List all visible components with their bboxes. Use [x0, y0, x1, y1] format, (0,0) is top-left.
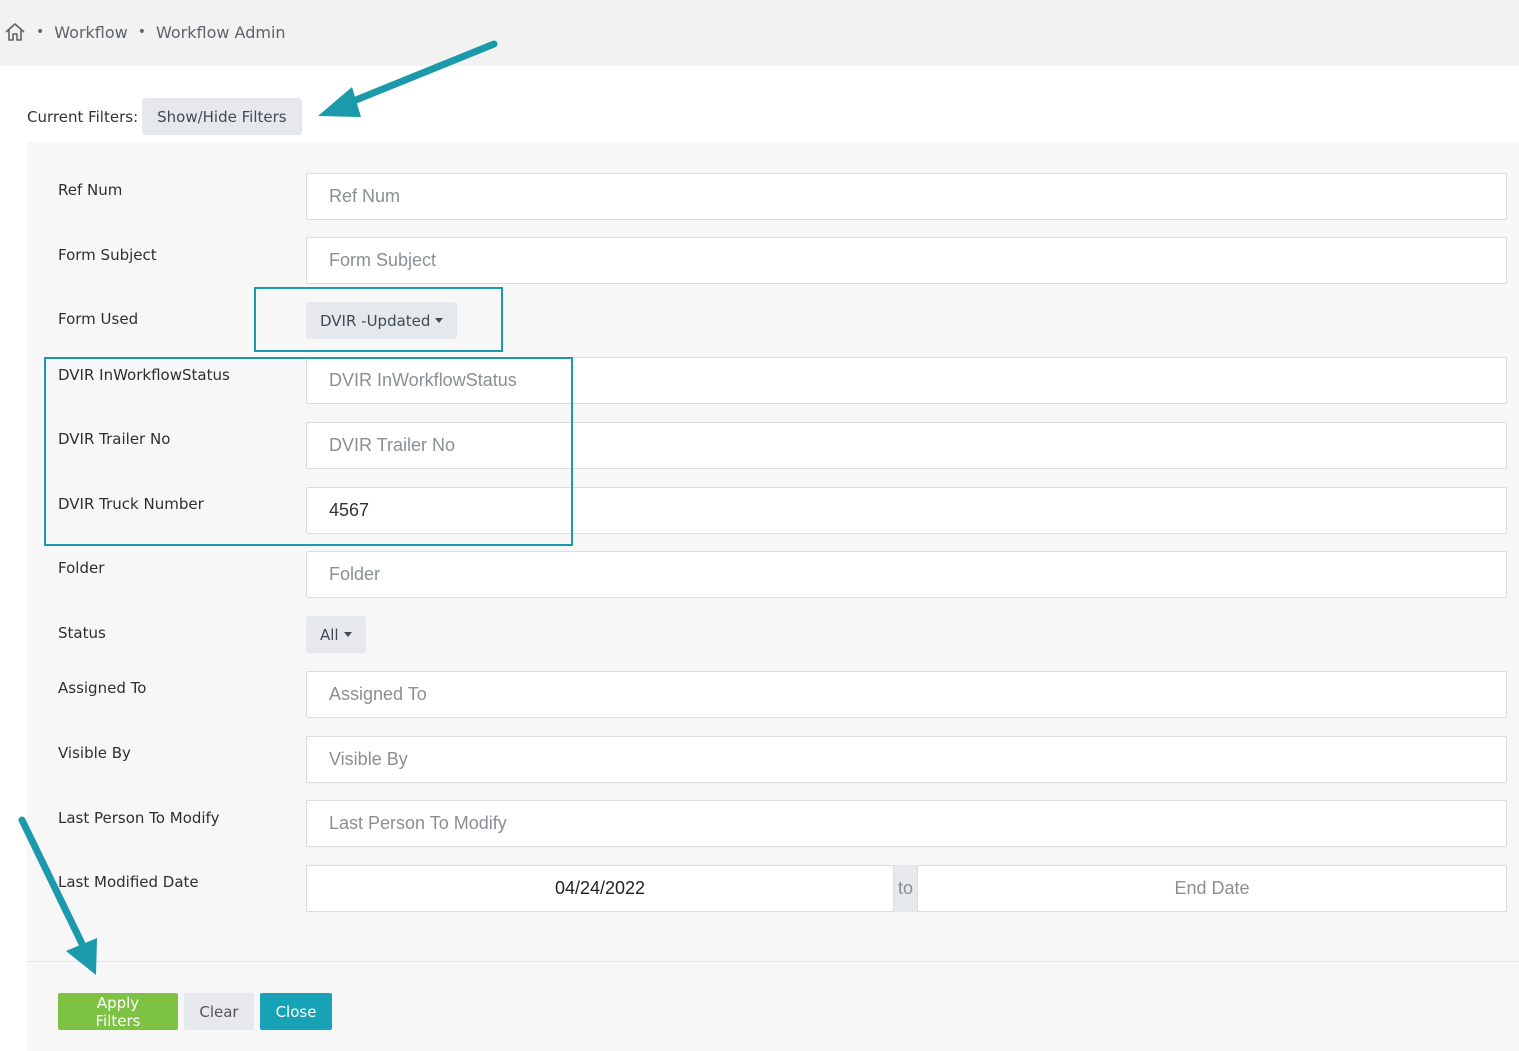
current-filters-row: Current Filters: Show/Hide Filters	[27, 98, 302, 135]
apply-filters-button[interactable]: Apply Filters	[58, 993, 178, 1030]
breadcrumb-separator: •	[36, 24, 45, 40]
end-date-input[interactable]	[917, 865, 1507, 912]
ref-num-input[interactable]	[306, 173, 1507, 220]
clear-button[interactable]: Clear	[184, 993, 254, 1030]
folder-label: Folder	[58, 559, 105, 577]
last-modified-range: to	[306, 865, 1507, 912]
visible-by-input[interactable]	[306, 736, 1507, 783]
folder-input[interactable]	[306, 551, 1507, 598]
top-bar: • Workflow • Workflow Admin	[0, 0, 1519, 66]
breadcrumb-workflow[interactable]: Workflow	[54, 23, 127, 42]
status-selected: All	[320, 625, 339, 644]
form-used-highlight-box	[254, 287, 503, 352]
close-button[interactable]: Close	[260, 993, 332, 1030]
home-icon[interactable]	[4, 21, 26, 43]
assigned-to-input[interactable]	[306, 671, 1507, 718]
dvir-fields-highlight-box	[44, 357, 573, 546]
action-buttons: Apply Filters Clear Close	[58, 993, 332, 1030]
form-subject-input[interactable]	[306, 237, 1507, 284]
date-range-separator: to	[894, 865, 917, 912]
filter-panel: Ref Num Form Subject Form Used DVIR -Upd…	[27, 142, 1519, 1051]
breadcrumb: • Workflow • Workflow Admin	[4, 20, 286, 44]
caret-down-icon	[343, 632, 352, 637]
current-filters-label: Current Filters:	[27, 107, 139, 126]
visible-by-label: Visible By	[58, 744, 131, 762]
assigned-to-label: Assigned To	[58, 679, 147, 697]
status-label: Status	[58, 624, 106, 642]
last-person-input[interactable]	[306, 800, 1507, 847]
ref-num-label: Ref Num	[58, 181, 123, 199]
breadcrumb-workflow-admin[interactable]: Workflow Admin	[156, 23, 286, 42]
form-subject-label: Form Subject	[58, 246, 157, 264]
divider	[27, 961, 1519, 962]
start-date-input[interactable]	[306, 865, 894, 912]
show-hide-filters-button[interactable]: Show/Hide Filters	[142, 98, 302, 135]
last-modified-label: Last Modified Date	[58, 873, 199, 891]
status-dropdown[interactable]: All	[306, 616, 366, 653]
form-used-label: Form Used	[58, 310, 139, 328]
breadcrumb-separator: •	[137, 24, 146, 40]
last-person-label: Last Person To Modify	[58, 809, 220, 827]
